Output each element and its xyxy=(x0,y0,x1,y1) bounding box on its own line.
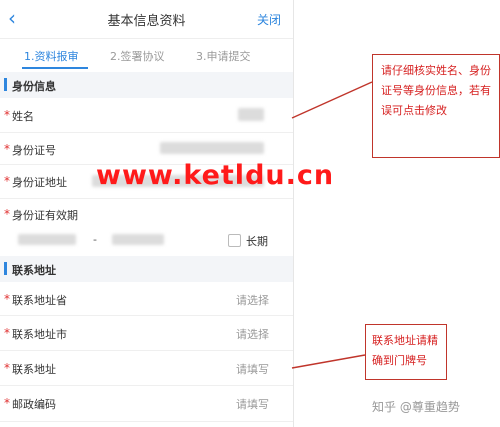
masked-end-date[interactable] xyxy=(112,234,164,245)
required-mark: * xyxy=(4,108,10,122)
field-city[interactable]: * 联系地址市 请选择 xyxy=(0,315,293,351)
required-mark: * xyxy=(4,142,10,156)
step-2: 2.签署协议 xyxy=(110,50,165,63)
close-button[interactable]: 关闭 xyxy=(257,11,281,28)
step-3: 3.申请提交 xyxy=(196,50,251,63)
watermark-text: www.ketldu.cn xyxy=(96,160,335,191)
required-mark: * xyxy=(4,361,10,375)
select-placeholder: 请选择 xyxy=(236,328,269,341)
long-term-label: 长期 xyxy=(246,235,268,248)
long-term-checkbox[interactable] xyxy=(228,234,241,247)
attribution-watermark: 知乎 @尊重趋势 xyxy=(372,400,460,414)
field-id-validity[interactable]: * 身份证有效期 - 长期 xyxy=(0,198,293,257)
field-postal-code[interactable]: * 邮政编码 请填写 xyxy=(0,385,293,422)
field-label: 联系地址市 xyxy=(12,328,67,341)
callout-verify-identity: 请仔细核实姓名、身份证号等身份信息，若有误可点击修改 xyxy=(372,54,500,158)
step-1: 1.资料报审 xyxy=(24,50,79,63)
section-title: 身份信息 xyxy=(12,80,56,93)
callout-address-precision: 联系地址请精确到门牌号 xyxy=(365,324,447,380)
required-mark: * xyxy=(4,174,10,188)
section-accent-bar xyxy=(4,78,7,91)
step-indicator: 1.资料报审 2.签署协议 3.申请提交 xyxy=(0,38,293,72)
section-identity-header: 身份信息 xyxy=(0,72,293,98)
masked-start-date[interactable] xyxy=(18,234,76,245)
mobile-form-screen: ‹ 基本信息资料 关闭 1.资料报审 2.签署协议 3.申请提交 身份信息 * … xyxy=(0,0,294,427)
callout-line-address xyxy=(291,354,366,369)
required-mark: * xyxy=(4,326,10,340)
required-mark: * xyxy=(4,207,10,221)
input-placeholder: 请填写 xyxy=(236,363,269,376)
required-mark: * xyxy=(4,396,10,410)
input-placeholder: 请填写 xyxy=(236,398,269,411)
masked-value xyxy=(238,108,264,121)
field-label: 姓名 xyxy=(12,110,34,123)
masked-value xyxy=(160,142,264,154)
active-step-underline xyxy=(22,67,88,69)
field-label: 联系地址省 xyxy=(12,294,67,307)
section-accent-bar xyxy=(4,262,7,275)
field-address[interactable]: * 联系地址 请填写 xyxy=(0,350,293,386)
field-label: 联系地址 xyxy=(12,363,56,376)
field-label: 身份证地址 xyxy=(12,176,67,189)
field-province[interactable]: * 联系地址省 请选择 xyxy=(0,282,293,316)
field-label: 邮政编码 xyxy=(12,398,56,411)
field-label: 身份证有效期 xyxy=(12,209,78,222)
callout-line-verify xyxy=(291,81,373,119)
field-label: 身份证号 xyxy=(12,144,56,157)
field-name[interactable]: * 姓名 xyxy=(0,98,293,133)
section-title: 联系地址 xyxy=(12,264,56,277)
page-title: 基本信息资料 xyxy=(107,14,186,29)
required-mark: * xyxy=(4,292,10,306)
select-placeholder: 请选择 xyxy=(236,294,269,307)
section-contact-header: 联系地址 xyxy=(0,256,293,282)
date-separator: - xyxy=(93,233,97,246)
nav-bar: ‹ 基本信息资料 关闭 xyxy=(0,0,293,39)
